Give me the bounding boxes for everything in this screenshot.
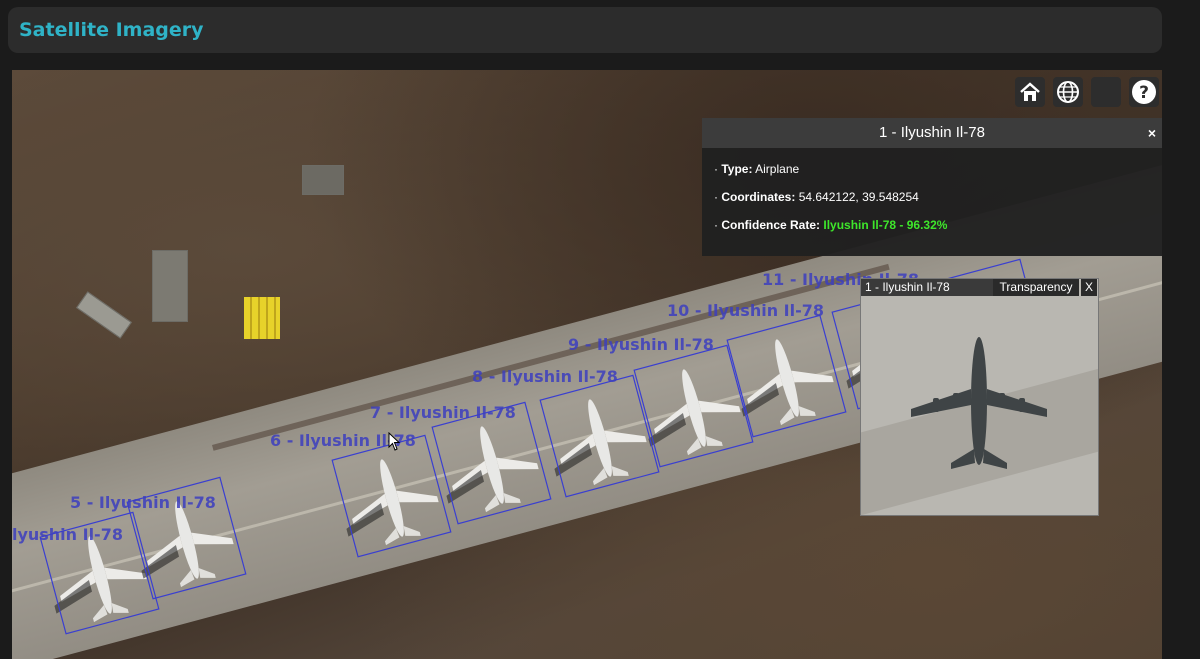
mouse-cursor-icon xyxy=(388,432,401,451)
detection-label[interactable]: 9 - Ilyushin Il-78 xyxy=(568,335,714,354)
layer-button[interactable] xyxy=(1091,77,1121,107)
inset-title: 1 - Ilyushin Il-78 xyxy=(861,279,995,296)
popup-header: 1 - Ilyushin Il-78 × xyxy=(702,118,1162,148)
bullet: · xyxy=(714,218,718,232)
home-button[interactable] xyxy=(1015,77,1045,107)
type-value: Airplane xyxy=(755,162,800,176)
map-toolbar: ? xyxy=(1015,77,1159,107)
detection-label[interactable]: 10 - Ilyushin Il-78 xyxy=(667,301,824,320)
detection-label[interactable]: 5 - Ilyushin Il-78 xyxy=(70,493,216,512)
detection-label[interactable]: 8 - Ilyushin Il-78 xyxy=(472,367,618,386)
inset-close-button[interactable]: X xyxy=(1081,279,1097,296)
airplane-preview-icon xyxy=(911,337,1047,469)
detection-label[interactable]: 7 - Ilyushin Il-78 xyxy=(370,403,516,422)
inset-preview: 1 - Ilyushin Il-78 Transparency X xyxy=(860,278,1099,516)
type-label: Type: xyxy=(721,162,753,176)
coordinates-label: Coordinates: xyxy=(721,190,796,204)
globe-button[interactable] xyxy=(1053,77,1083,107)
coordinates-value: 54.642122, 39.548254 xyxy=(798,190,919,204)
popup-title: 1 - Ilyushin Il-78 xyxy=(879,124,985,141)
svg-text:?: ? xyxy=(1139,83,1149,103)
popup-confidence-row: · Confidence Rate: Ilyushin Il-78 - 96.3… xyxy=(714,218,1162,232)
detection-label[interactable]: Ilyushin Il-78 xyxy=(12,525,123,544)
home-icon xyxy=(1020,82,1040,101)
globe-icon xyxy=(1057,81,1079,103)
popup-type-row: · Type: Airplane xyxy=(714,162,1162,176)
confidence-label: Confidence Rate: xyxy=(721,218,821,232)
bullet: · xyxy=(714,190,718,204)
popup-close-button[interactable]: × xyxy=(1148,118,1156,148)
transparency-button[interactable]: Transparency xyxy=(993,279,1079,296)
bullet: · xyxy=(714,162,718,176)
detection-popup: 1 - Ilyushin Il-78 × · Type: Airplane · … xyxy=(702,118,1162,256)
popup-coordinates-row: · Coordinates: 54.642122, 39.548254 xyxy=(714,190,1162,204)
help-button[interactable]: ? xyxy=(1129,77,1159,107)
app-header: Satellite Imagery xyxy=(8,7,1162,53)
help-icon: ? xyxy=(1132,80,1156,104)
page-title: Satellite Imagery xyxy=(19,19,204,41)
confidence-value: Ilyushin Il-78 - 96.32% xyxy=(823,218,948,232)
